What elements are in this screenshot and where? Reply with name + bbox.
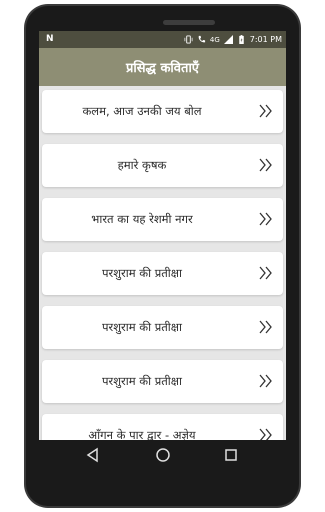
screen: N 4G 7:01 PM प्रसिद्ध कविताएँ कलम, आज उन… — [39, 31, 286, 440]
double-chevron-right-icon — [259, 428, 272, 440]
double-chevron-right-icon — [259, 212, 272, 226]
poem-card-4[interactable]: परशुराम की प्रतीक्षा — [42, 252, 283, 295]
battery-icon — [239, 35, 244, 44]
back-triangle-icon[interactable] — [85, 447, 101, 463]
double-chevron-right-icon — [259, 320, 272, 334]
poem-card-2[interactable]: हमारे कृषक — [42, 144, 283, 187]
status-bar: N 4G 7:01 PM — [39, 31, 286, 48]
call-icon — [198, 35, 205, 43]
poem-title: परशुराम की प्रतीक्षा — [101, 374, 183, 388]
signal-icon — [223, 35, 233, 44]
poem-card-3[interactable]: भारत का यह रेशमी नगर — [42, 198, 283, 241]
status-time: 7:01 PM — [249, 35, 282, 44]
notification-logo: N — [46, 34, 54, 44]
app-bar: प्रसिद्ध कविताएँ — [39, 48, 286, 86]
double-chevron-right-icon — [259, 158, 272, 172]
poem-card-6[interactable]: परशुराम की प्रतीक्षा — [42, 360, 283, 403]
navigation-bar — [39, 440, 286, 470]
recents-square-icon[interactable] — [223, 447, 239, 463]
vibrate-icon — [184, 35, 193, 44]
poem-title: हमारे कृषक — [117, 158, 167, 172]
poem-title: भारत का यह रेशमी नगर — [91, 212, 193, 226]
double-chevron-right-icon — [259, 374, 272, 388]
speaker-grille — [163, 20, 215, 25]
poem-title: आँगन के पार द्वार - अज्ञेय — [88, 428, 196, 440]
poem-card-5[interactable]: परशुराम की प्रतीक्षा — [42, 306, 283, 349]
page-title: प्रसिद्ध कविताएँ — [125, 61, 199, 76]
poem-title: परशुराम की प्रतीक्षा — [101, 320, 183, 334]
home-circle-icon[interactable] — [155, 447, 171, 463]
poem-title: परशुराम की प्रतीक्षा — [101, 266, 183, 280]
network-type: 4G — [209, 35, 220, 44]
double-chevron-right-icon — [259, 104, 272, 118]
poem-card-1[interactable]: कलम, आज उनकी जय बोल — [42, 90, 283, 133]
poem-card-7[interactable]: आँगन के पार द्वार - अज्ञेय — [42, 414, 283, 440]
status-icons: 4G 7:01 PM — [184, 33, 282, 46]
poem-title: कलम, आज उनकी जय बोल — [82, 104, 202, 118]
double-chevron-right-icon — [259, 266, 272, 280]
